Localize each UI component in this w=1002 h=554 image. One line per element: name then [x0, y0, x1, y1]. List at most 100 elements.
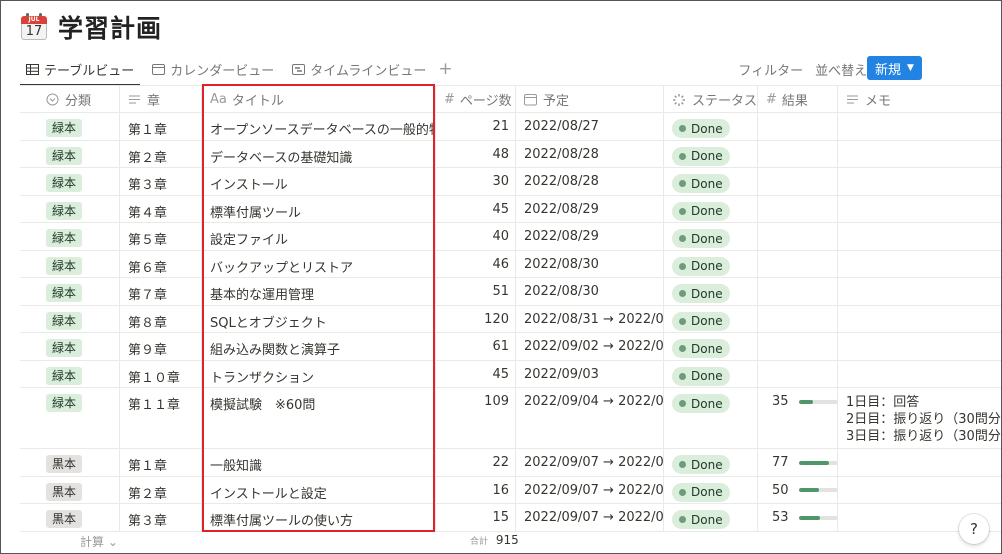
cell-category[interactable]: 黒本 — [20, 476, 120, 503]
cell-result[interactable] — [758, 140, 838, 167]
cell-category[interactable]: 緑本 — [20, 223, 120, 250]
help-button[interactable]: ? — [959, 514, 989, 544]
cell-date[interactable]: 2022/09/07 → 2022/09/08 — [516, 476, 664, 503]
table-row[interactable]: 緑本 第１章 オープンソースデータベースの一般的特徴 21 2022/08/27 Done — [20, 113, 1002, 141]
cell-result[interactable] — [758, 223, 838, 250]
cell-pages[interactable]: 15 — [436, 504, 516, 531]
cell-chapter[interactable]: 第２章 — [120, 476, 202, 503]
cell-category[interactable]: 黒本 — [20, 504, 120, 531]
table-row[interactable]: 緑本 第５章 設定ファイル 40 2022/08/29 Done — [20, 223, 1002, 251]
table-row[interactable]: 緑本 第９章 組み込み関数と演算子 61 2022/09/02 → 2022/09/02… — [20, 333, 1002, 361]
cell-title[interactable]: 標準付属ツールの使い方 — [202, 504, 436, 531]
cell-date[interactable]: 2022/08/30 — [516, 278, 664, 305]
cell-status[interactable]: Done — [664, 278, 758, 305]
cell-chapter[interactable]: 第５章 — [120, 223, 202, 250]
cell-memo[interactable] — [838, 278, 1002, 305]
cell-category[interactable]: 緑本 — [20, 140, 120, 167]
cell-title[interactable]: 設定ファイル — [202, 223, 436, 250]
cell-title[interactable]: インストール — [202, 168, 436, 195]
column-header-title[interactable]: Aa タイトル — [202, 86, 436, 113]
cell-date[interactable]: 2022/08/29 — [516, 195, 664, 222]
cell-memo[interactable] — [838, 196, 1002, 223]
cell-title[interactable]: バックアップとリストア — [202, 250, 436, 277]
filter-button[interactable]: フィルター — [738, 60, 803, 79]
cell-title[interactable]: 模擬試験 ※60問 — [202, 388, 436, 448]
cell-chapter[interactable]: 第３章 — [120, 504, 202, 531]
cell-chapter[interactable]: 第１０章 — [120, 360, 202, 387]
cell-status[interactable]: Done — [664, 250, 758, 277]
cell-status[interactable]: Done — [664, 305, 758, 332]
cell-title[interactable]: オープンソースデータベースの一般的特徴 — [202, 113, 436, 140]
cell-chapter[interactable]: 第１１章 — [120, 388, 202, 448]
cell-title[interactable]: トランザクション — [202, 360, 436, 387]
cell-category[interactable]: 緑本 — [20, 250, 120, 277]
cell-date[interactable]: 2022/08/28 — [516, 140, 664, 167]
cell-pages[interactable]: 109 — [436, 388, 516, 448]
cell-title[interactable]: 一般知識 — [202, 449, 436, 476]
cell-pages[interactable]: 30 — [436, 168, 516, 195]
cell-chapter[interactable]: 第３章 — [120, 168, 202, 195]
cell-memo[interactable] — [838, 141, 1002, 168]
cell-date[interactable]: 2022/09/03 — [516, 360, 664, 387]
cell-pages[interactable]: 45 — [436, 360, 516, 387]
cell-pages[interactable]: 45 — [436, 195, 516, 222]
table-row[interactable]: 緑本 第６章 バックアップとリストア 46 2022/08/30 Done — [20, 250, 1002, 278]
new-button[interactable]: 新規 ▼ — [867, 56, 922, 80]
tab-table-view[interactable]: テーブルビュー — [20, 56, 141, 86]
cell-chapter[interactable]: 第１章 — [120, 113, 202, 140]
add-view-icon[interactable]: + — [432, 59, 458, 79]
cell-date[interactable]: 2022/08/31 → 2022/09/01 — [516, 305, 664, 332]
cell-date[interactable]: 2022/08/30 — [516, 250, 664, 277]
table-row[interactable]: 緑本 第４章 標準付属ツール 45 2022/08/29 Done — [20, 195, 1002, 223]
cell-memo[interactable] — [838, 113, 1002, 140]
cell-result[interactable] — [758, 360, 838, 387]
cell-status[interactable]: Done — [664, 223, 758, 250]
cell-result[interactable] — [758, 250, 838, 277]
cell-category[interactable]: 緑本 — [20, 388, 120, 448]
table-row[interactable]: 緑本 第８章 SQLとオブジェクト 120 2022/08/31 → 2022/09/0… — [20, 305, 1002, 333]
cell-date[interactable]: 2022/08/29 — [516, 223, 664, 250]
cell-pages[interactable]: 22 — [436, 449, 516, 476]
cell-date[interactable]: 2022/08/28 — [516, 168, 664, 195]
chevron-down-icon[interactable]: ▼ — [907, 63, 914, 73]
tab-calendar-view[interactable]: カレンダービュー — [146, 56, 280, 82]
cell-result[interactable]: 50 — [758, 476, 838, 503]
cell-memo[interactable] — [838, 361, 1002, 388]
cell-pages[interactable]: 40 — [436, 223, 516, 250]
cell-result[interactable] — [758, 113, 838, 140]
cell-status[interactable]: Done — [664, 333, 758, 360]
cell-title[interactable]: 基本的な運用管理 — [202, 278, 436, 305]
table-row[interactable]: 黒本 第１章 一般知識 22 2022/09/07 → 2022/09/08 Done 77 — [20, 449, 1002, 477]
cell-status[interactable]: Done — [664, 195, 758, 222]
column-header-category[interactable]: 分類 — [20, 86, 120, 113]
cell-result[interactable]: 53 — [758, 504, 838, 531]
tab-timeline-view[interactable]: タイムラインビュー — [286, 56, 432, 82]
cell-title[interactable]: SQLとオブジェクト — [202, 305, 436, 332]
cell-chapter[interactable]: 第９章 — [120, 333, 202, 360]
cell-memo[interactable] — [838, 306, 1002, 333]
cell-category[interactable]: 緑本 — [20, 305, 120, 332]
cell-status[interactable]: Done — [664, 476, 758, 503]
column-header-chapter[interactable]: 章 — [120, 86, 202, 113]
cell-date[interactable]: 2022/08/27 — [516, 113, 664, 140]
cell-result[interactable] — [758, 278, 838, 305]
column-header-status[interactable]: ステータス — [664, 86, 758, 113]
cell-status[interactable]: Done — [664, 504, 758, 531]
cell-chapter[interactable]: 第４章 — [120, 195, 202, 222]
cell-result[interactable] — [758, 333, 838, 360]
column-header-date[interactable]: 予定 — [516, 86, 664, 113]
cell-pages[interactable]: 21 — [436, 113, 516, 140]
cell-result[interactable]: 35 — [758, 388, 838, 448]
cell-date[interactable]: 2022/09/02 → 2022/09/02 — [516, 333, 664, 360]
pages-sum[interactable]: 合計 915 — [470, 533, 519, 547]
table-row[interactable]: 緑本 第１１章 模擬試験 ※60問 109 2022/09/04 → 2022/09/0… — [20, 388, 1002, 449]
cell-title[interactable]: インストールと設定 — [202, 476, 436, 503]
cell-chapter[interactable]: 第１章 — [120, 449, 202, 476]
table-row[interactable]: 緑本 第７章 基本的な運用管理 51 2022/08/30 Done — [20, 278, 1002, 306]
sort-button[interactable]: 並べ替え — [815, 60, 867, 79]
column-header-memo[interactable]: メモ — [838, 86, 1002, 113]
cell-memo[interactable]: 1日目：回答 2日目：振り返り（30問分） 3日目：振り返り（30問分） — [838, 388, 1002, 448]
cell-title[interactable]: データベースの基礎知識 — [202, 140, 436, 167]
cell-category[interactable]: 緑本 — [20, 195, 120, 222]
cell-category[interactable]: 緑本 — [20, 278, 120, 305]
